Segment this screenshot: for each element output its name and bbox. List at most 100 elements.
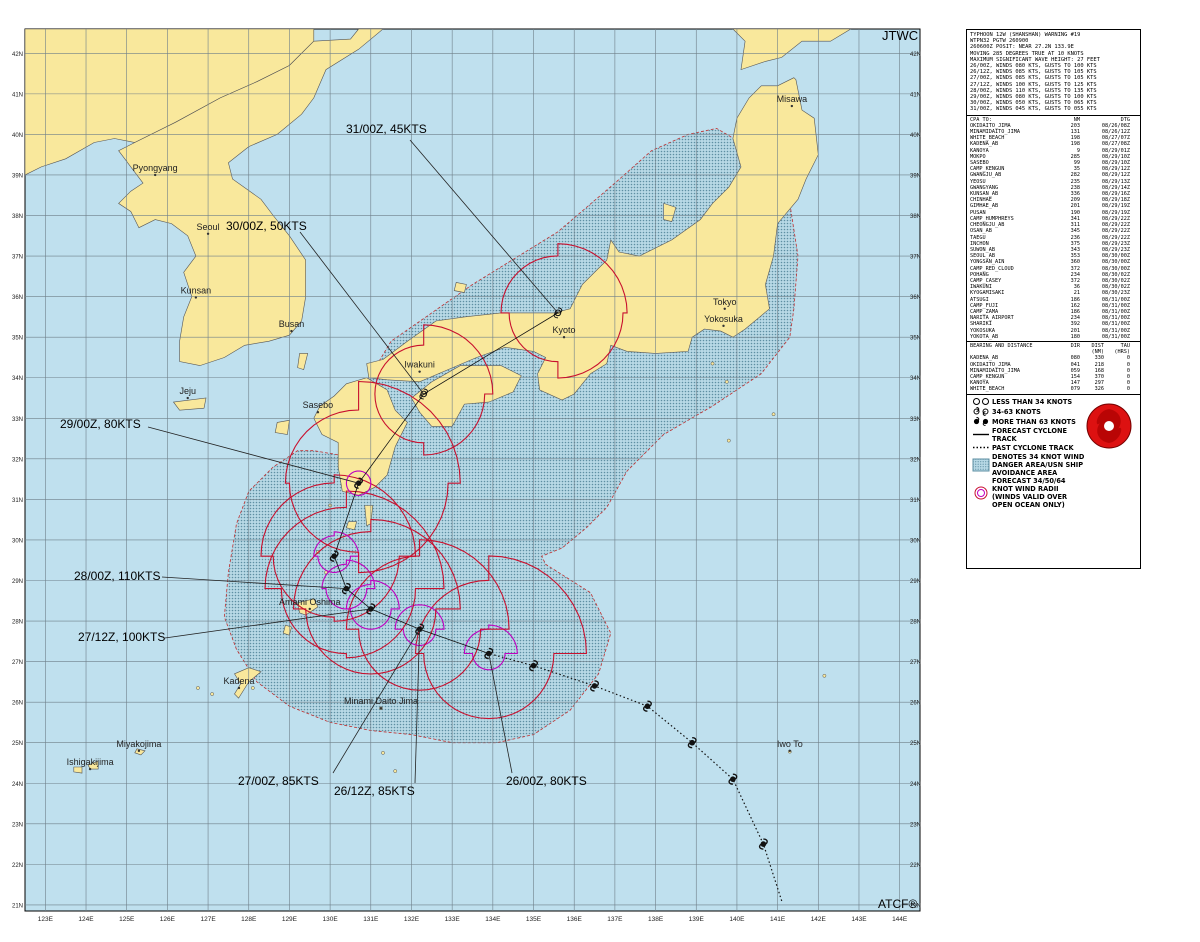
lat-tick-label-inner: 42N [910, 52, 921, 58]
lat-tick-label: 41N [12, 92, 23, 98]
place-dot [723, 307, 726, 311]
place-label: Iwakuni [404, 360, 435, 370]
bd-header-tau: TAU (HRS) [1114, 342, 1130, 356]
forecast-label: 28/00Z, 110KTS [74, 569, 161, 583]
place-label: Tokyo [713, 297, 737, 307]
lon-tick-label: 125E [119, 916, 135, 923]
legend-label: LESS THAN 34 KNOTS [992, 397, 1073, 406]
bd-header-row: BEARING AND DISTANCE DIR DIST (NM) TAU (… [970, 343, 1137, 355]
place-dot [186, 396, 189, 400]
forecast-label: 27/00Z, 85KTS [238, 774, 319, 788]
place-label: Seoul [197, 222, 220, 232]
lon-tick-label: 144E [892, 916, 908, 923]
place-label: Sasebo [303, 400, 334, 410]
place-dot [153, 173, 157, 177]
place-dot [88, 767, 92, 771]
warning-map: Pyongyang Seoul Kunsan Busan Jeju Sasebo Iwaku… [12, 28, 921, 923]
lon-tick-label: 130E [323, 916, 339, 923]
forecast-label: 30/00Z, 50KTS [226, 219, 307, 233]
lon-tick-label: 136E [567, 916, 583, 923]
small-island [771, 412, 776, 417]
place-label: Misawa [777, 94, 808, 104]
legend: LESS THAN 34 KNOTS 34-63 KNOTS MORE THAN 6… [967, 393, 1140, 511]
lon-tick-label: 143E [851, 916, 867, 923]
place-label: Minami Daito Jima [344, 696, 418, 706]
forecast-label: 26/12Z, 85KTS [334, 784, 415, 798]
lon-tick-label: 123E [38, 916, 54, 923]
lat-tick-label-inner: 34N [910, 376, 921, 382]
lat-tick-label: 31N [12, 498, 23, 504]
lat-tick-label: 21N [12, 903, 23, 909]
lat-tick-label: 39N [12, 173, 23, 179]
lat-tick-label: 30N [12, 538, 23, 544]
goto-islands [274, 419, 290, 435]
cpa-row: YOKOTA_AB 180 08/31/00Z [970, 334, 1137, 340]
place-dot [316, 411, 320, 414]
lat-tick-label-inner: 40N [910, 133, 921, 139]
forecast-label: 29/00Z, 80KTS [60, 417, 141, 431]
lat-tick-label-inner: 27N [910, 660, 921, 666]
lat-tick-label-inner: 33N [910, 417, 921, 423]
place-dot [194, 296, 198, 299]
lon-tick-label: 138E [648, 916, 664, 923]
place-dot [788, 749, 792, 753]
lat-tick-label: 24N [12, 782, 23, 788]
bd-header-dir: DIR [1070, 342, 1080, 349]
lon-tick-label: 126E [160, 916, 176, 923]
place-dot [562, 335, 566, 339]
small-island [196, 686, 200, 690]
lat-tick-label: 38N [12, 214, 23, 220]
lat-tick-label-inner: 30N [910, 538, 921, 544]
small-island [724, 379, 729, 384]
lon-tick-label: 135E [526, 916, 542, 923]
place-dot [418, 370, 421, 373]
legend-item: FORECAST 34/50/64 KNOT WIND RADII (WINDS… [970, 477, 1137, 509]
lat-tick-label-inner: 32N [910, 457, 921, 463]
place-dot [137, 749, 141, 753]
lat-tick-label-inner: 28N [910, 620, 921, 626]
lat-tick-label-inner: 39N [910, 173, 921, 179]
solid-line-icon [970, 430, 992, 439]
legend-label: DENOTES 34 KNOT WIND DANGER AREA/USN SHI… [992, 452, 1085, 477]
open-circle-icon [970, 397, 992, 406]
legend-label: MORE THAN 63 KNOTS [992, 417, 1076, 426]
legend-label: PAST CYCLONE TRACK [992, 443, 1074, 452]
place-label: Yokosuka [704, 314, 743, 324]
small-island [250, 686, 255, 690]
lat-tick-label-inner: 35N [910, 336, 921, 342]
lat-tick-label-inner: 31N [910, 498, 921, 504]
lat-tick-label: 42N [12, 52, 23, 58]
lon-tick-label: 140E [729, 916, 745, 923]
jtwc-logo-icon [1086, 403, 1132, 449]
oki [453, 282, 467, 293]
lon-tick-label: 133E [445, 916, 461, 923]
lat-tick-label-inner: 25N [910, 741, 921, 747]
lon-tick-label: 127E [200, 916, 216, 923]
lon-tick-label: 142E [811, 916, 827, 923]
lat-tick-label: 28N [12, 620, 23, 626]
typhoon-symbol-icon [970, 417, 992, 427]
lat-tick-label: 27N [12, 660, 23, 666]
lat-tick-label: 36N [12, 295, 23, 301]
bearing-table: BEARING AND DISTANCE DIR DIST (NM) TAU (… [967, 340, 1140, 394]
lat-tick-label: 22N [12, 863, 23, 869]
forecast-label: 27/12Z, 100KTS [78, 630, 165, 644]
lat-tick-label: 33N [12, 417, 23, 423]
place-label: Ishigakijima [67, 757, 114, 767]
lat-tick-label-inner: 41N [910, 92, 921, 98]
small-island [381, 750, 385, 755]
lat-tick-label-inner: 24N [910, 782, 921, 788]
place-label: Busan [279, 319, 305, 329]
place-dot [237, 686, 241, 690]
place-label: Iwo To [777, 739, 803, 749]
lat-tick-label: 34N [12, 376, 23, 382]
lon-tick-label: 131E [363, 916, 379, 923]
lat-tick-label: 29N [12, 579, 23, 585]
small-island [710, 361, 715, 366]
lat-tick-label-inner: 37N [910, 255, 921, 261]
lat-tick-label: 35N [12, 336, 23, 342]
legend-label: FORECAST 34/50/64 KNOT WIND RADII (WINDS… [992, 476, 1068, 509]
place-label: Miyakojima [116, 739, 161, 749]
lat-tick-label: 26N [12, 701, 23, 707]
legend-item: DENOTES 34 KNOT WIND DANGER AREA/USN SHI… [970, 453, 1137, 477]
